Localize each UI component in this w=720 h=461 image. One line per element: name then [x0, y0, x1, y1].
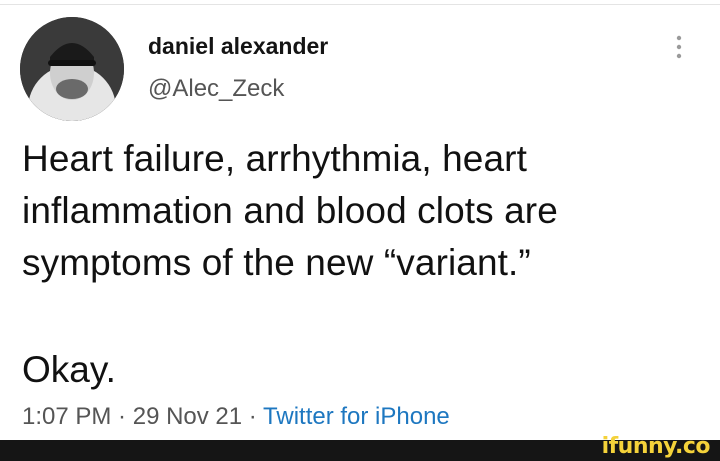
footer-bar: ifunny.co [0, 434, 720, 461]
more-vertical-icon[interactable] [671, 33, 687, 63]
tweet-time[interactable]: 1:07 PM [22, 403, 111, 430]
ifunny-watermark: ifunny.co [601, 434, 711, 459]
tweet-date[interactable]: 29 Nov 21 [133, 403, 242, 430]
top-divider [0, 4, 720, 5]
avatar-image [20, 17, 124, 121]
author-handle[interactable]: @Alec_Zeck [148, 75, 284, 103]
avatar[interactable] [20, 17, 124, 121]
tweet-line: Heart failure, arrhythmia, heart [22, 138, 527, 179]
tweet-line: symptoms of the new “variant.” [22, 242, 531, 283]
tweet-line: inflammation and blood clots are [22, 190, 558, 231]
tweet-source-link[interactable]: Twitter for iPhone [263, 403, 450, 430]
tweet-second-paragraph: Okay. [22, 349, 116, 390]
meta-separator: · [111, 403, 133, 430]
author-display-name[interactable]: daniel alexander [148, 33, 328, 60]
meta-separator: · [242, 403, 264, 430]
tweet-text: Heart failure, arrhythmia, heart inflamm… [22, 133, 702, 289]
tweet-metadata: 1:07 PM · 29 Nov 21 · Twitter for iPhone [22, 403, 450, 431]
